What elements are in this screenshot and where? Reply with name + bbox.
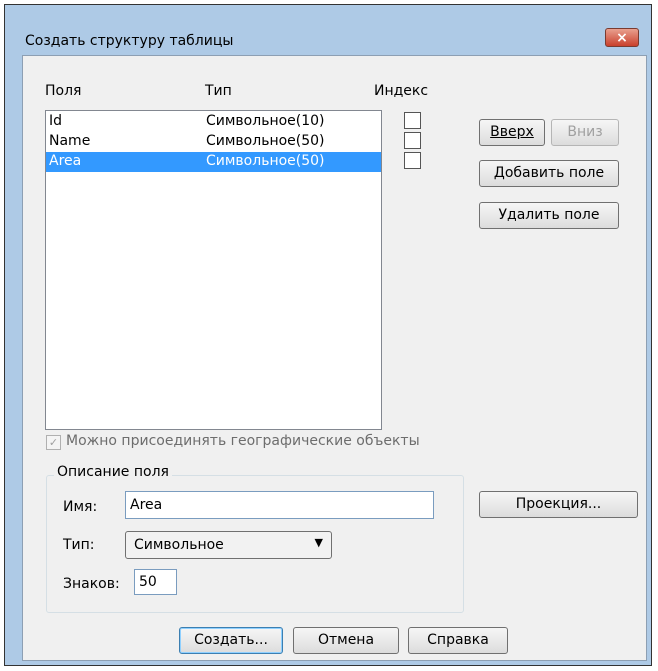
geo-objects-checkbox[interactable]: ✓	[46, 435, 61, 450]
dialog-window: Создать структуру таблицы × Поля Тип Инд…	[4, 4, 652, 666]
header-index: Индекс	[374, 83, 429, 99]
field-description-title: Описание поля	[54, 464, 172, 480]
add-field-button[interactable]: Добавить поле	[479, 160, 619, 187]
create-button[interactable]: Создать...	[179, 627, 283, 654]
dialog-client-area: Поля Тип Индекс Id Символьное(10) Name С…	[22, 55, 647, 661]
checkmark-icon: ✓	[48, 436, 59, 449]
header-fields: Поля	[45, 83, 82, 99]
index-checkbox[interactable]	[404, 132, 421, 149]
list-item-selected[interactable]: Area Символьное(50)	[46, 152, 381, 172]
type-label: Тип:	[63, 537, 95, 553]
help-button[interactable]: Справка	[408, 627, 508, 654]
cancel-button[interactable]: Отмена	[293, 627, 399, 654]
close-button[interactable]: ×	[605, 28, 639, 47]
title-bar[interactable]: Создать структуру таблицы ×	[5, 5, 651, 49]
chars-input[interactable]: 50	[134, 569, 177, 595]
geo-objects-label: Можно присоединять географические объект…	[66, 433, 420, 449]
name-input[interactable]: Area	[125, 491, 434, 519]
window-title: Создать структуру таблицы	[25, 33, 234, 49]
chevron-down-icon: ▼	[314, 536, 323, 549]
fields-list[interactable]: Id Символьное(10) Name Символьное(50) Ar…	[45, 110, 382, 430]
list-item[interactable]: Name Символьное(50)	[46, 132, 381, 152]
close-icon: ×	[616, 30, 628, 46]
field-type: Символьное(50)	[206, 153, 325, 169]
move-up-button[interactable]: Вверх	[479, 119, 545, 146]
move-down-button[interactable]: Вниз	[551, 119, 619, 146]
field-name: Area	[49, 153, 82, 169]
remove-field-button[interactable]: Удалить поле	[479, 202, 619, 229]
index-checkbox[interactable]	[404, 152, 421, 169]
index-checkbox[interactable]	[404, 112, 421, 129]
header-type: Тип	[205, 83, 232, 99]
field-type: Символьное(10)	[206, 113, 325, 129]
list-item[interactable]: Id Символьное(10)	[46, 112, 381, 132]
field-type: Символьное(50)	[206, 133, 325, 149]
name-label: Имя:	[63, 499, 98, 515]
projection-button[interactable]: Проекция...	[479, 491, 638, 518]
field-name: Name	[49, 133, 91, 149]
type-select[interactable]: Символьное ▼	[125, 531, 332, 559]
chars-label: Знаков:	[63, 576, 120, 592]
field-name: Id	[49, 113, 63, 129]
